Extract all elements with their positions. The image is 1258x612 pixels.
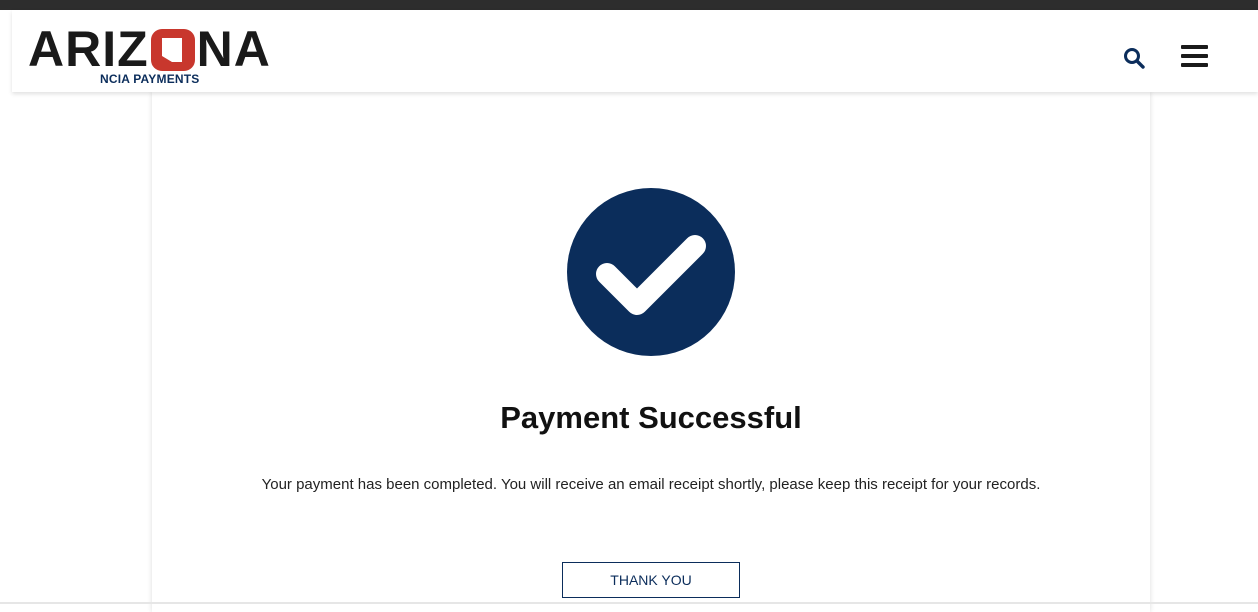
arizona-logo[interactable]: ARIZ NA NCIA PAYMENTS bbox=[28, 24, 278, 86]
checkmark-circle-icon bbox=[567, 188, 735, 356]
browser-top-strip bbox=[0, 0, 1258, 10]
hamburger-menu-icon bbox=[1181, 45, 1208, 67]
logo-text-right: NA bbox=[196, 21, 271, 77]
confirmation-message: Your payment has been completed. You wil… bbox=[261, 476, 1041, 493]
logo-text-left: ARIZ bbox=[28, 21, 149, 77]
site-header: ARIZ NA NCIA PAYMENTS bbox=[12, 10, 1258, 92]
arizona-state-badge-icon bbox=[150, 29, 195, 71]
logo-subtitle: NCIA PAYMENTS bbox=[100, 72, 200, 86]
page-title: Payment Successful bbox=[500, 400, 802, 435]
logo-wordmark: ARIZ NA bbox=[28, 24, 271, 74]
search-button[interactable] bbox=[1122, 46, 1146, 70]
menu-button[interactable] bbox=[1180, 43, 1210, 69]
thank-you-button[interactable]: THANK YOU bbox=[562, 562, 740, 598]
search-icon bbox=[1124, 48, 1145, 69]
payment-confirmation-card: Payment Successful Your payment has been… bbox=[152, 92, 1150, 612]
success-indicator bbox=[567, 188, 735, 356]
